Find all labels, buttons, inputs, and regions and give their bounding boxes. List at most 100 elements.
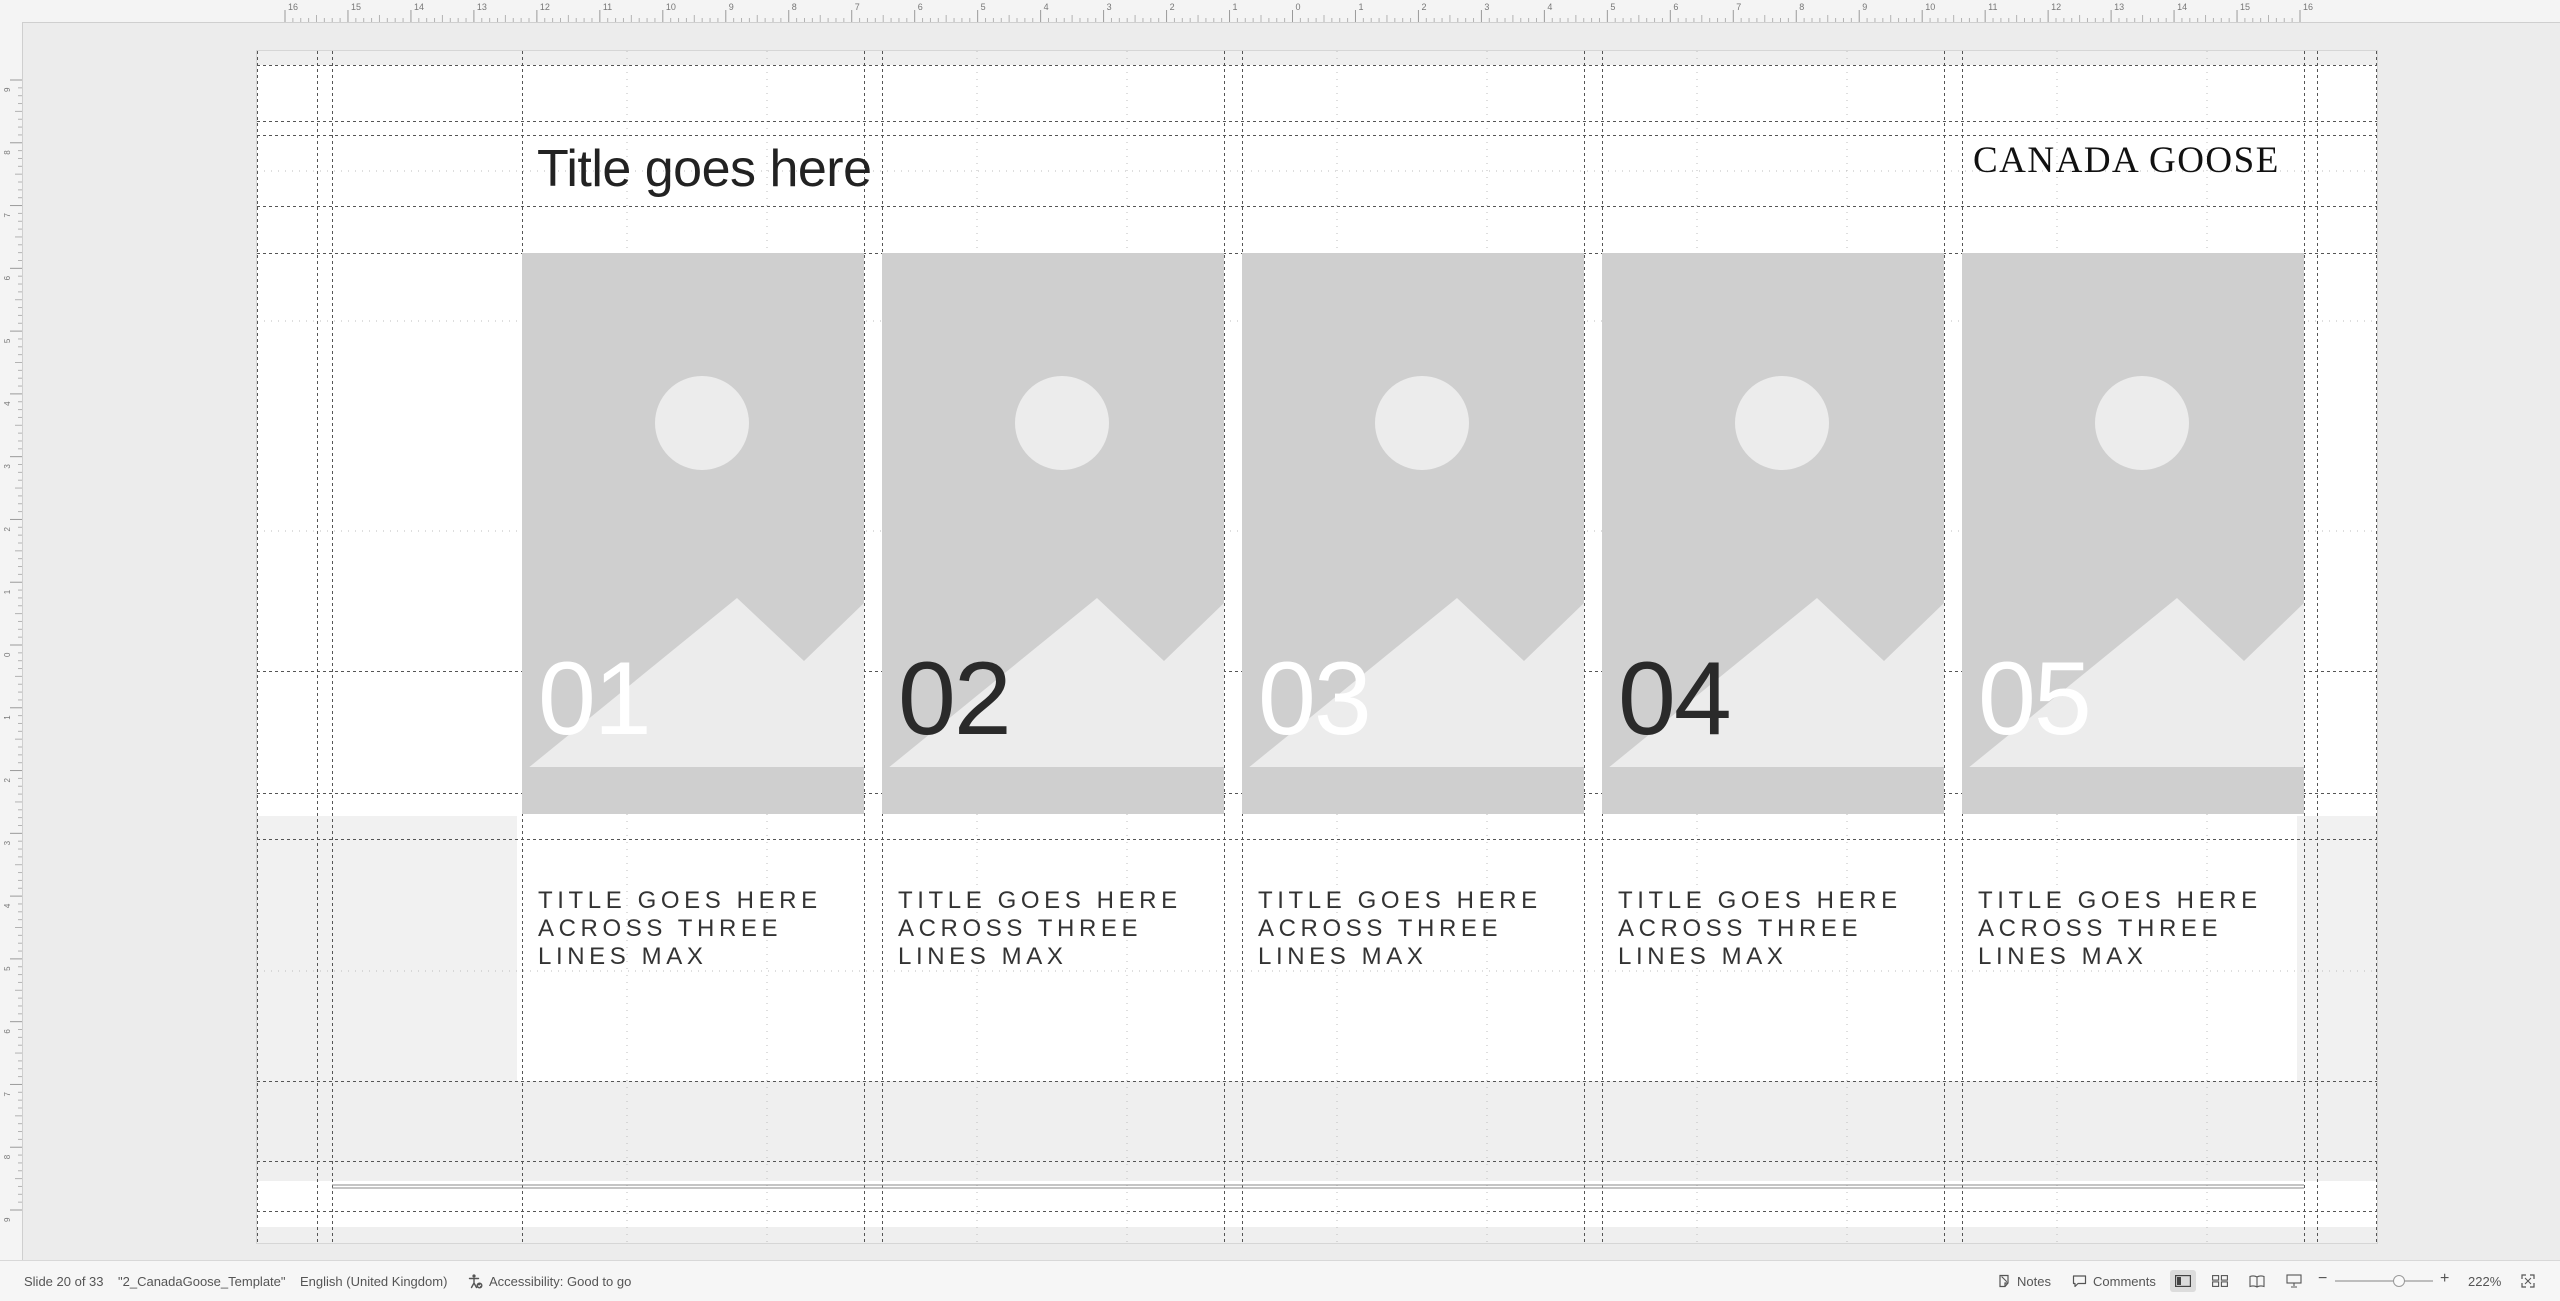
card-caption-line: TITLE GOES HERE — [1618, 887, 1902, 914]
card-number: 02 — [898, 641, 1012, 757]
normal-view-icon — [2175, 1275, 2191, 1287]
card-caption-line: LINES MAX — [1618, 943, 1788, 970]
ruler-label: 1 — [3, 589, 12, 594]
ruler-label: 16 — [288, 2, 298, 12]
ruler-label: 14 — [2177, 2, 2187, 12]
slide-bottom-band — [257, 1081, 2377, 1181]
zoom-out-button[interactable]: − — [2318, 1270, 2327, 1288]
normal-view-button[interactable] — [2170, 1270, 2196, 1292]
image-card-3[interactable]: 03 TITLE GOES HERE ACROSS THREE LINES MA… — [1242, 253, 1584, 970]
card-caption-line: TITLE GOES HERE — [1258, 887, 1542, 914]
comments-button[interactable]: Comments — [2072, 1270, 2156, 1292]
image-placeholder[interactable]: 05 — [1962, 253, 2304, 814]
vertical-ruler-ticks: 9 8 7 6 5 4 3 2 1 0 1 2 3 4 5 6 7 8 9 — [3, 79, 22, 1222]
slide-sorter-button[interactable] — [2207, 1270, 2233, 1292]
slide[interactable]: Title goes here CANADA GOOSE 01 TITLE GO… — [257, 51, 2377, 1243]
ruler-label: 8 — [1799, 2, 1804, 12]
ruler-label: 4 — [1044, 2, 1049, 12]
ruler-label: 5 — [1610, 2, 1615, 12]
ruler-label: 7 — [1736, 2, 1741, 12]
ruler-label: 3 — [3, 840, 12, 845]
ruler-label: 13 — [477, 2, 487, 12]
image-placeholder[interactable]: 04 — [1602, 253, 1944, 814]
card-number: 05 — [1978, 641, 2092, 757]
ruler-label: 4 — [3, 401, 12, 406]
slide-position: Slide 20 of 33 — [24, 1274, 104, 1289]
comments-label: Comments — [2093, 1273, 2156, 1289]
comment-icon — [2072, 1275, 2087, 1288]
image-placeholder[interactable]: 01 — [522, 253, 864, 814]
ruler-label: 8 — [3, 150, 12, 155]
ruler-label: 8 — [792, 2, 797, 12]
right-margin-shade — [2297, 816, 2377, 1081]
reading-view-button[interactable] — [2244, 1270, 2270, 1292]
card-caption[interactable]: TITLE GOES HERE ACROSS THREE LINES MAX — [1258, 887, 1588, 971]
card-caption[interactable]: TITLE GOES HERE ACROSS THREE LINES MAX — [538, 887, 868, 971]
card-caption-line: LINES MAX — [538, 943, 708, 970]
ruler-label: 11 — [603, 2, 612, 12]
slideshow-icon — [2286, 1274, 2302, 1288]
ruler-label: 6 — [3, 1029, 12, 1034]
ruler-label: 2 — [3, 778, 12, 783]
image-placeholder[interactable]: 02 — [882, 253, 1224, 814]
notes-label: Notes — [2017, 1273, 2051, 1289]
ruler-label: 5 — [981, 2, 986, 12]
accessibility-icon — [468, 1274, 483, 1289]
ruler-label: 16 — [2303, 2, 2313, 12]
ruler-label: 1 — [3, 715, 12, 720]
image-card-5[interactable]: 05 TITLE GOES HERE ACROSS THREE LINES MA… — [1962, 253, 2304, 970]
notes-button[interactable]: Notes — [1997, 1270, 2051, 1292]
ruler-label: 3 — [1107, 2, 1112, 12]
ruler-label: 3 — [1484, 2, 1489, 12]
card-number: 01 — [538, 641, 652, 757]
card-caption-line: ACROSS THREE — [1618, 915, 1863, 942]
image-placeholder[interactable]: 03 — [1242, 253, 1584, 814]
reading-view-icon — [2249, 1274, 2265, 1288]
zoom-slider-track[interactable] — [2335, 1280, 2433, 1282]
slide-title[interactable]: Title goes here — [537, 139, 872, 199]
ruler-label: 8 — [3, 1154, 12, 1159]
zoom-in-button[interactable]: + — [2440, 1270, 2449, 1288]
card-caption-line: ACROSS THREE — [898, 915, 1143, 942]
card-caption-line: ACROSS THREE — [1978, 915, 2223, 942]
slideshow-button[interactable] — [2281, 1270, 2307, 1292]
ruler-label: 3 — [3, 464, 12, 469]
ruler-label: 7 — [855, 2, 860, 12]
card-caption-line: TITLE GOES HERE — [898, 887, 1182, 914]
ruler-label: 5 — [3, 966, 12, 971]
ruler-label: 10 — [666, 2, 676, 12]
zoom-slider-thumb[interactable] — [2393, 1275, 2405, 1287]
brand-logo: CANADA GOOSE — [1973, 140, 2280, 181]
ruler-label: 15 — [351, 2, 361, 12]
ruler-label: 11 — [1988, 2, 1997, 12]
ruler-label: 0 — [1296, 2, 1301, 12]
fit-to-window-button[interactable] — [2515, 1270, 2541, 1292]
image-card-2[interactable]: 02 TITLE GOES HERE ACROSS THREE LINES MA… — [882, 253, 1224, 970]
zoom-level[interactable]: 222% — [2468, 1274, 2501, 1289]
language-indicator[interactable]: English (United Kingdom) — [300, 1274, 447, 1289]
horizontal-ruler-ticks: 16 15 14 13 12 11 10 9 8 7 6 5 4 3 2 1 0 1 2 3 4 5 6 7 8 9 10 11 12 1… — [284, 2, 2313, 22]
ruler-label: 9 — [729, 2, 734, 12]
vertical-ruler[interactable]: 9 8 7 6 5 4 3 2 1 0 1 2 3 4 5 6 7 8 9 — [0, 22, 23, 1260]
ruler-label: 12 — [2051, 2, 2061, 12]
card-caption-line: LINES MAX — [1978, 943, 2148, 970]
ruler-label: 7 — [3, 213, 12, 218]
card-caption[interactable]: TITLE GOES HERE ACROSS THREE LINES MAX — [1978, 887, 2308, 971]
ruler-label: 7 — [3, 1091, 12, 1096]
ruler-label: 2 — [3, 526, 12, 531]
image-card-1[interactable]: 01 TITLE GOES HERE ACROSS THREE LINES MA… — [522, 253, 864, 970]
card-caption-line: ACROSS THREE — [1258, 915, 1503, 942]
card-caption[interactable]: TITLE GOES HERE ACROSS THREE LINES MAX — [1618, 887, 1948, 971]
slide-canvas[interactable]: Title goes here CANADA GOOSE 01 TITLE GO… — [23, 23, 2560, 1260]
card-caption[interactable]: TITLE GOES HERE ACROSS THREE LINES MAX — [898, 887, 1228, 971]
slide-sorter-icon — [2212, 1275, 2228, 1287]
card-number: 04 — [1618, 641, 1732, 757]
accessibility-button[interactable]: Accessibility: Good to go — [467, 1270, 631, 1292]
slide-top-band — [257, 51, 2377, 65]
horizontal-ruler[interactable]: 16 15 14 13 12 11 10 9 8 7 6 5 4 3 2 1 0 1 2 3 4 5 6 7 8 9 10 11 12 1… — [0, 0, 2560, 23]
ruler-label: 1 — [1233, 2, 1238, 12]
ruler-label: 2 — [1170, 2, 1175, 12]
image-card-4[interactable]: 04 TITLE GOES HERE ACROSS THREE LINES MA… — [1602, 253, 1944, 970]
ruler-label: 9 — [3, 87, 12, 92]
ruler-label: 13 — [2114, 2, 2124, 12]
